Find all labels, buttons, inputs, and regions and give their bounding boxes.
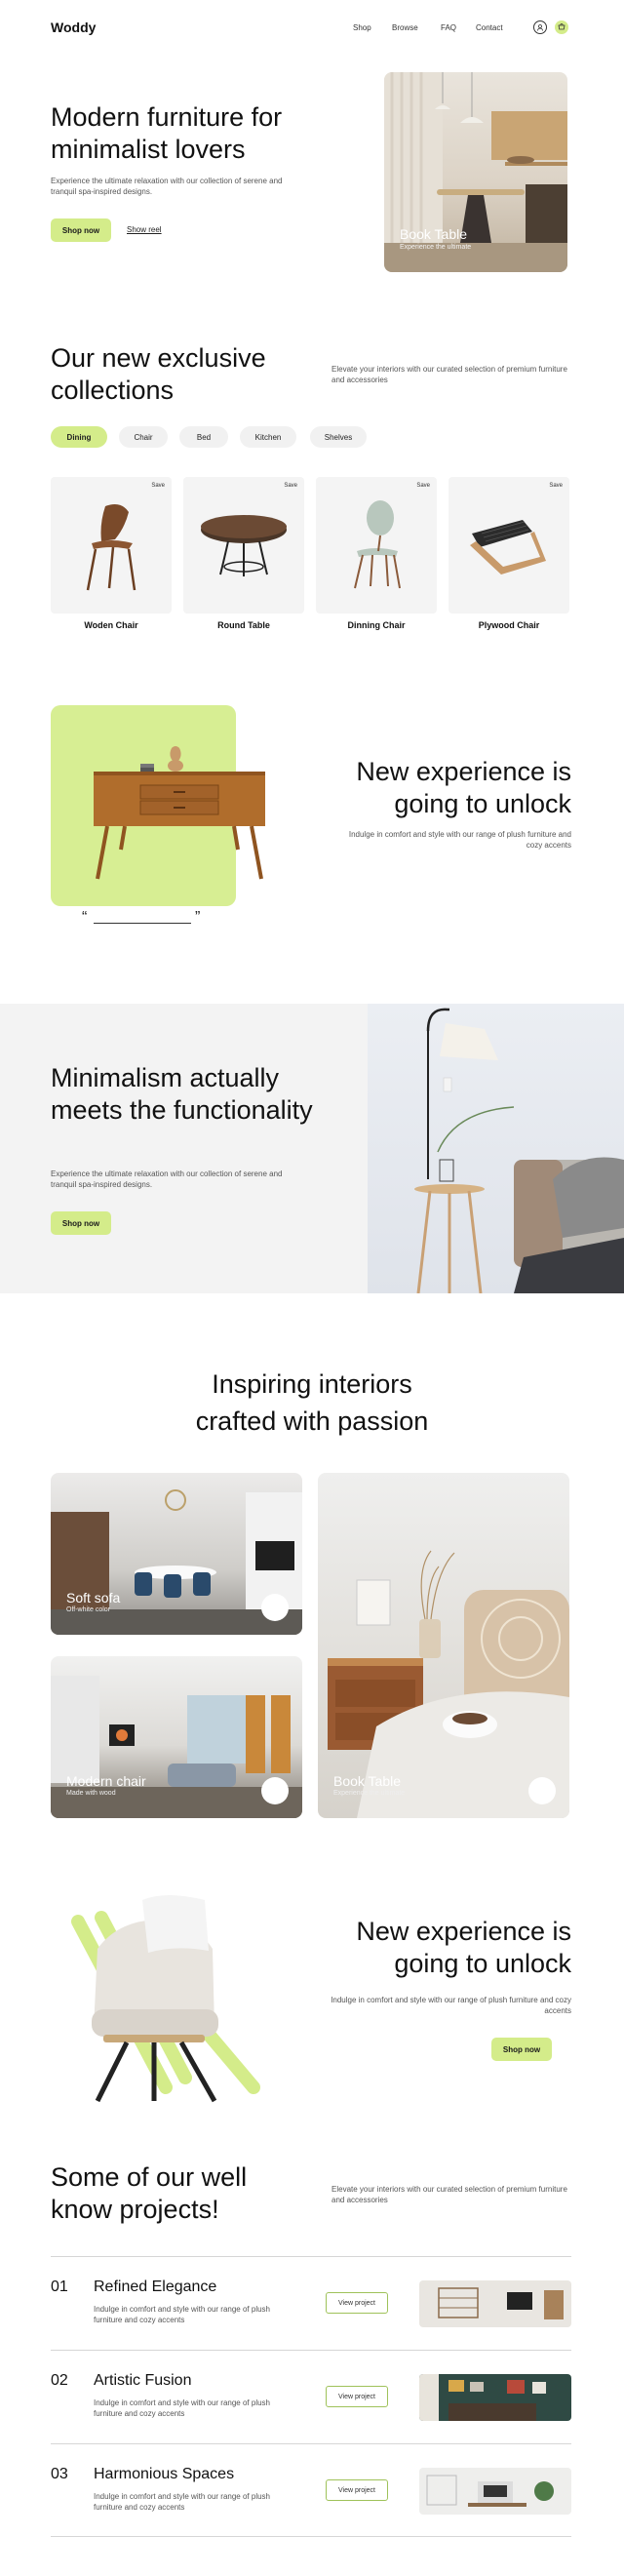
experience-description: Indulge in comfort and style with our ra… <box>348 830 571 850</box>
show-reel-link[interactable]: Show reel <box>127 225 162 234</box>
cart-icon[interactable] <box>555 20 568 34</box>
experience-armchair-image <box>58 1892 273 2107</box>
minimalism-description: Experience the ultimate relaxation with … <box>51 1169 283 1189</box>
logo[interactable]: Woddy <box>51 20 96 35</box>
projects-description: Elevate your interiors with our curated … <box>332 2185 567 2204</box>
product-card-woden-chair[interactable]: Save <box>51 477 172 614</box>
card-book-table[interactable]: Book Table Experience the ultimate <box>318 1473 569 1818</box>
minimalism-shop-now-button[interactable]: Shop now <box>51 1211 111 1235</box>
view-project-button[interactable]: View project <box>326 2386 388 2407</box>
quote-open: “ <box>82 909 88 926</box>
product-card-dinning-chair[interactable]: Save <box>316 477 437 614</box>
experience-sideboard-image <box>51 705 265 906</box>
minimalism-lamp-image <box>368 1004 624 1294</box>
nav-link-contact[interactable]: Contact <box>476 23 503 32</box>
project-thumbnail[interactable] <box>419 2374 571 2421</box>
nav-link-browse[interactable]: Browse <box>392 23 418 32</box>
project-row[interactable]: 01 Refined Elegance Indulge in comfort a… <box>51 2256 571 2350</box>
hero-image-title: Book Table <box>400 226 468 242</box>
hero-shop-now-button[interactable]: Shop now <box>51 218 111 242</box>
project-number: 03 <box>51 2466 68 2482</box>
card-action-button[interactable] <box>261 1777 289 1804</box>
card-subtitle: Experience the ultimate <box>333 1790 406 1797</box>
projects-title: Some of our well know projects! <box>51 2162 248 2224</box>
card-modern-chair[interactable]: Modern chair Made with wood <box>51 1656 302 1818</box>
hero-title: Modern furniture for minimalist lovers <box>51 102 283 164</box>
product-name: Woden Chair <box>84 620 138 630</box>
sideboard-illustration <box>94 746 265 880</box>
filter-dining[interactable]: Dining <box>51 426 107 448</box>
project-number: 02 <box>51 2372 68 2389</box>
filter-bed[interactable]: Bed <box>179 426 228 448</box>
save-button[interactable]: Save <box>549 483 563 489</box>
project-row[interactable]: 03 Harmonious Spaces Indulge in comfort … <box>51 2443 571 2537</box>
experience-title: New experience is going to unlock <box>356 757 571 818</box>
lamp-illustration <box>414 1008 624 1294</box>
project-description: Indulge in comfort and style with our ra… <box>94 2305 270 2324</box>
hero-image-subtitle: Experience the ultimate <box>400 244 472 251</box>
armchair-illustration <box>71 1895 260 2103</box>
save-button[interactable]: Save <box>151 483 165 489</box>
inspiring-title: Inspiring interiors crafted with passion <box>195 1369 429 1436</box>
filter-kitchen[interactable]: Kitchen <box>240 426 296 448</box>
filter-chair[interactable]: Chair <box>119 426 168 448</box>
round-table-image <box>201 515 287 576</box>
card-title: Modern chair <box>66 1773 146 1789</box>
card-action-button[interactable] <box>261 1594 289 1621</box>
product-name: Plywood Chair <box>478 620 540 630</box>
woden-chair-image <box>86 504 136 591</box>
refined-elegance-thumbnail <box>438 2287 564 2319</box>
hero-description: Experience the ultimate relaxation with … <box>51 177 283 196</box>
product-name: Dinning Chair <box>347 620 406 630</box>
minimalism-title: Minimalism actually meets the functional… <box>51 1063 313 1125</box>
project-row[interactable]: 02 Artistic Fusion Indulge in comfort an… <box>51 2350 571 2443</box>
card-title: Book Table <box>333 1773 402 1789</box>
nav-link-faq[interactable]: FAQ <box>441 23 456 32</box>
product-card-plywood-chair[interactable]: Save <box>448 477 569 614</box>
card-title: Soft sofa <box>66 1590 121 1605</box>
project-title: Refined Elegance <box>94 2279 217 2295</box>
user-icon[interactable] <box>533 20 547 34</box>
dinning-chair-image <box>354 500 401 589</box>
card-action-button[interactable] <box>528 1777 556 1804</box>
product-card-round-table[interactable]: Save <box>183 477 304 614</box>
view-project-button[interactable]: View project <box>326 2292 388 2314</box>
card-subtitle: Made with wood <box>66 1790 116 1797</box>
plywood-chair-image <box>470 520 546 575</box>
collections-title: Our new exclusive collections <box>51 343 266 405</box>
artistic-fusion-thumbnail <box>419 2374 546 2421</box>
minimalism-section <box>0 1004 370 1293</box>
project-description: Indulge in comfort and style with our ra… <box>94 2492 270 2512</box>
experience2-title: New experience is going to unlock <box>356 1917 571 1978</box>
book-table-card-illustration <box>328 1550 569 1818</box>
view-project-button[interactable]: View project <box>326 2479 388 2501</box>
experience2-shop-now-button[interactable]: Shop now <box>491 2038 552 2061</box>
book-table-illustration <box>384 72 567 272</box>
project-thumbnail[interactable] <box>419 2280 571 2327</box>
project-title: Harmonious Spaces <box>94 2466 235 2482</box>
hero-image-book-table[interactable]: Book Table Experience the ultimate <box>384 72 567 272</box>
card-soft-sofa[interactable]: Soft sofa Off-white color <box>51 1473 302 1635</box>
experience2-description: Indulge in comfort and style with our ra… <box>331 1996 571 2015</box>
save-button[interactable]: Save <box>416 483 430 489</box>
save-button[interactable]: Save <box>284 483 297 489</box>
quote-divider <box>94 923 191 924</box>
nav-link-shop[interactable]: Shop <box>353 23 371 32</box>
harmonious-spaces-thumbnail <box>426 2475 554 2507</box>
project-thumbnail[interactable] <box>419 2468 571 2515</box>
project-number: 01 <box>51 2279 68 2295</box>
card-subtitle: Off-white color <box>66 1606 110 1613</box>
product-name: Round Table <box>217 620 270 630</box>
quote-close: ” <box>195 909 201 926</box>
project-title: Artistic Fusion <box>94 2372 192 2389</box>
filter-shelves[interactable]: Shelves <box>310 426 367 448</box>
collections-description: Elevate your interiors with our curated … <box>332 365 567 384</box>
project-description: Indulge in comfort and style with our ra… <box>94 2398 270 2418</box>
